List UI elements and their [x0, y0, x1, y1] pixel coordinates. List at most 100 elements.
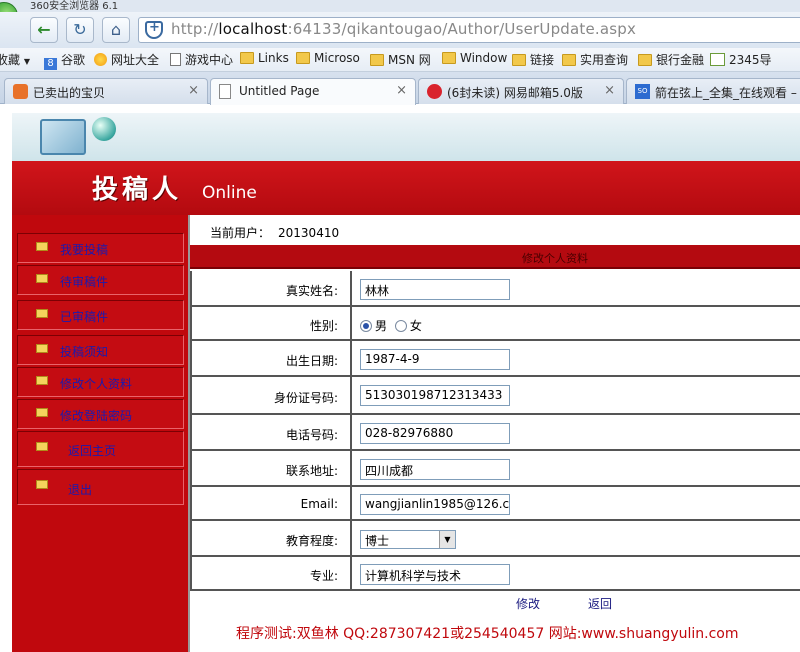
address-input[interactable]: 四川成都	[360, 459, 510, 480]
back-link[interactable]: 返回	[588, 595, 612, 612]
fav-item-bank[interactable]: 银行金融	[638, 51, 704, 69]
folder-icon	[562, 54, 576, 66]
folder-icon	[36, 344, 48, 353]
email-label: Email:	[192, 487, 352, 519]
address-bar[interactable]: http://localhost:64133/qikantougao/Autho…	[138, 17, 800, 43]
sidebar-item-edit-profile[interactable]: 修改个人资料	[17, 367, 184, 397]
address-label: 联系地址:	[192, 451, 352, 485]
fav-item-games[interactable]: 游戏中心	[170, 51, 233, 69]
site-2345-icon	[710, 53, 725, 66]
fav-item-msn[interactable]: MSN 网	[370, 51, 431, 69]
folder-icon	[36, 309, 48, 318]
fav-item-microsoft[interactable]: Microso	[296, 51, 360, 69]
phone-label: 电话号码:	[192, 415, 352, 449]
current-user: 当前用户： 20130410	[210, 226, 340, 240]
folder-icon	[512, 54, 526, 66]
fav-item-links[interactable]: Links	[240, 51, 289, 69]
tab-video[interactable]: SO 箭在弦上_全集_在线观看 –	[626, 78, 800, 104]
gender-male-radio[interactable]	[360, 320, 372, 332]
fav-item-windows[interactable]: Window	[442, 51, 507, 69]
sidebar-item-submit[interactable]: 我要投稿	[17, 233, 184, 263]
tab-sold-items[interactable]: 已卖出的宝贝 ×	[4, 78, 208, 104]
row-email: Email: wangjianlin1985@126.com	[190, 487, 800, 521]
row-major: 专业: 计算机科学与技术	[190, 557, 800, 591]
folder-icon	[296, 52, 310, 64]
browser-title: 360安全浏览器 6.1	[30, 1, 119, 12]
navigation-site-icon	[94, 53, 107, 66]
row-phone: 电话号码: 028-82976880	[190, 415, 800, 451]
birth-label: 出生日期:	[192, 341, 352, 375]
education-label: 教育程度:	[192, 521, 352, 555]
tab-untitled-page[interactable]: Untitled Page ×	[210, 78, 416, 105]
education-select[interactable]: 博士 ▼	[360, 530, 456, 549]
sidebar: 我要投稿 待审稿件 已审稿件 投稿须知 修改个人资料 修改登陆密码 返回主页 退…	[12, 215, 188, 652]
folder-icon	[36, 242, 48, 251]
banner-title: 投稿人	[92, 175, 183, 205]
row-address: 联系地址: 四川成都	[190, 451, 800, 487]
sidebar-item-logout[interactable]: 退出	[17, 469, 184, 505]
row-education: 教育程度: 博士 ▼	[190, 521, 800, 557]
fav-item-daquan[interactable]: 网址大全	[94, 51, 159, 69]
banner-top	[12, 113, 800, 161]
back-icon[interactable]: ←	[30, 17, 58, 43]
folder-icon	[36, 480, 48, 489]
major-input[interactable]: 计算机科学与技术	[360, 564, 510, 585]
address-text[interactable]: http://localhost:64133/qikantougao/Autho…	[171, 20, 636, 38]
close-icon[interactable]: ×	[188, 83, 199, 98]
fav-item-google[interactable]: 8 谷歌	[44, 51, 85, 70]
page-icon	[219, 84, 231, 99]
sidebar-item-guidelines[interactable]: 投稿须知	[17, 335, 184, 365]
favorites-bar: 收藏 ▼ 8 谷歌 网址大全 游戏中心 Links Microso MSN 网 W…	[0, 48, 800, 72]
id-number-label: 身份证号码:	[192, 377, 352, 413]
refresh-icon[interactable]: ↻	[66, 17, 94, 43]
email-input[interactable]: wangjianlin1985@126.com	[360, 494, 510, 515]
folder-icon	[638, 54, 652, 66]
folder-icon	[36, 442, 48, 451]
close-icon[interactable]: ×	[396, 83, 407, 98]
real-name-label: 真实姓名:	[192, 271, 352, 305]
id-number-input[interactable]: 513030198712313433	[360, 385, 510, 406]
page-icon	[170, 53, 181, 66]
real-name-input[interactable]: 林林	[360, 279, 510, 300]
folder-icon	[36, 274, 48, 283]
sidebar-item-change-password[interactable]: 修改登陆密码	[17, 399, 184, 429]
row-gender: 性别: 男 女	[190, 307, 800, 341]
shield-icon	[145, 20, 163, 39]
action-row: 修改 返回	[190, 591, 800, 615]
folder-icon	[36, 408, 48, 417]
row-id-number: 身份证号码: 513030198712313433	[190, 377, 800, 415]
tab-bar: 已卖出的宝贝 × Untitled Page × (6封未读) 网易邮箱5.0版…	[0, 72, 800, 105]
sidebar-item-reviewed[interactable]: 已审稿件	[17, 300, 184, 330]
chevron-down-icon: ▼	[439, 531, 455, 548]
banner-subtitle: Online	[202, 183, 257, 203]
folder-icon	[370, 54, 384, 66]
major-label: 专业:	[192, 557, 352, 589]
row-real-name: 真实姓名: 林林	[190, 271, 800, 307]
globe-icon	[92, 117, 116, 141]
taobao-icon	[13, 84, 28, 99]
gender-female-radio[interactable]	[394, 320, 407, 332]
home-icon[interactable]: ⌂	[102, 17, 130, 43]
netease-icon	[427, 84, 442, 99]
sidebar-item-home[interactable]: 返回主页	[17, 431, 184, 467]
folder-icon	[442, 52, 456, 64]
form-header: 修改个人资料	[190, 245, 800, 269]
banner: 投稿人 Online	[12, 161, 800, 215]
folder-icon	[240, 52, 254, 64]
main-content: 当前用户： 20130410 修改个人资料 真实姓名: 林林 性别: 男 女 出生…	[188, 215, 800, 652]
navigation-bar: ← ↻ ⌂ http://localhost:64133/qikantougao…	[0, 12, 800, 48]
browser-title-bar: 360安全浏览器 6.1	[0, 0, 800, 12]
sidebar-item-pending[interactable]: 待审稿件	[17, 265, 184, 295]
fav-item-2345[interactable]: 2345导	[710, 51, 772, 69]
fav-item-lookup[interactable]: 实用查询	[562, 51, 628, 69]
birth-input[interactable]: 1987-4-9	[360, 349, 510, 370]
row-birth: 出生日期: 1987-4-9	[190, 341, 800, 377]
phone-input[interactable]: 028-82976880	[360, 423, 510, 444]
close-icon[interactable]: ×	[604, 83, 615, 98]
edit-link[interactable]: 修改	[516, 595, 540, 612]
soku-icon: SO	[635, 84, 650, 99]
fav-item-links-cn[interactable]: 链接	[512, 51, 554, 69]
favorites-label[interactable]: 收藏 ▼	[0, 51, 30, 69]
tab-netease-mail[interactable]: (6封未读) 网易邮箱5.0版 ×	[418, 78, 624, 104]
google-icon: 8	[44, 58, 57, 70]
